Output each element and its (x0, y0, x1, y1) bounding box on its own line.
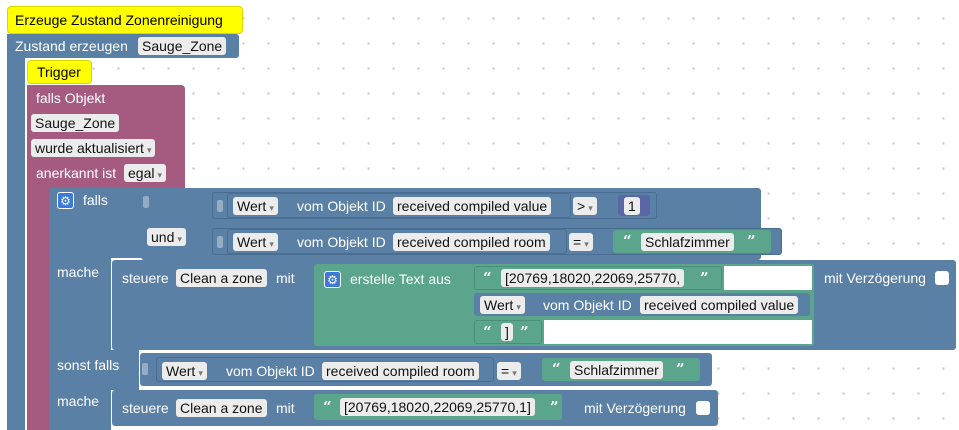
cond3-op-dropdown[interactable]: = ▾ (497, 362, 521, 380)
quote-close-icon: ” (700, 269, 709, 287)
ack-dropdown[interactable]: egal ▾ (124, 164, 166, 182)
control2-label: steuere (122, 400, 169, 416)
compare-1-connector (217, 200, 223, 212)
quote-close-icon: ” (550, 398, 559, 416)
text2-mid: vom Objekt ID (543, 297, 632, 313)
state-name-field[interactable]: Sauge_Zone (138, 37, 227, 55)
control1-delay-label: mit Verzögerung (824, 270, 926, 286)
trigger-block[interactable]: falls Objekt Sauge_Zone wurde aktualisie… (27, 85, 185, 190)
text3-field[interactable]: ] (501, 323, 513, 341)
and-connector (143, 196, 149, 208)
text-slot-3 (544, 320, 812, 344)
compare-block-2[interactable]: Wert ▾ vom Objekt ID received compiled ro… (212, 228, 782, 255)
control-block-2[interactable]: steuere Clean a zone mit “ [20769,18020,… (112, 390, 718, 426)
if-object-label: falls Objekt (36, 90, 106, 106)
trigger-title: Trigger (37, 64, 81, 80)
quote-open-icon: “ (552, 360, 561, 378)
control2-delay-label: mit Verzögerung (584, 400, 686, 416)
ack-label: anerkannt ist (36, 165, 117, 181)
text1-field[interactable]: [20769,18020,22069,25770, (501, 269, 685, 287)
trigger-spine (27, 190, 49, 430)
object-id-field[interactable]: Sauge_Zone (31, 114, 120, 132)
text-slot-1 (724, 266, 812, 290)
quote-open-icon: “ (623, 232, 632, 250)
quote-close-icon: ” (676, 360, 685, 378)
control2-with: mit (276, 400, 295, 416)
control1-label: steuere (122, 270, 169, 286)
cond3-mid: vom Objekt ID (226, 363, 315, 379)
control1-with: mit (276, 270, 295, 286)
control2-target-field[interactable]: Clean a zone (176, 399, 267, 417)
cond3-prop-dropdown[interactable]: Wert ▾ (162, 362, 207, 380)
state-block-spine (7, 58, 25, 430)
comment-title: Erzeuge Zustand Zonenreinigung (15, 12, 223, 28)
quote-open-icon: “ (483, 269, 492, 287)
quote-open-icon: “ (323, 398, 332, 416)
cond2-value-field[interactable]: Schlafzimmer (641, 233, 734, 251)
text2-prop-dropdown[interactable]: Wert ▾ (480, 296, 525, 314)
control2-text-field[interactable]: [20769,18020,22069,25770,1] (340, 398, 535, 416)
create-text-label: erstelle Text aus (350, 271, 451, 287)
do2-label: mache (57, 393, 100, 409)
cond1-object-field[interactable]: received compiled value (393, 197, 552, 215)
cond2-prop-dropdown[interactable]: Wert ▾ (233, 233, 278, 251)
do-label: mache (57, 264, 100, 280)
elseif-label: sonst falls (57, 357, 120, 373)
compare-2-connector (217, 236, 223, 248)
create-state-block[interactable]: Zustand erzeugen Sauge_Zone (7, 34, 239, 58)
gear-icon[interactable]: ⚙ (57, 192, 74, 209)
control1-target-field[interactable]: Clean a zone (176, 269, 267, 287)
create-state-label: Zustand erzeugen (15, 38, 128, 54)
if-label: falls (83, 192, 108, 208)
create-text-block[interactable]: ⚙ erstelle Text aus “ [20769,18020,22069… (314, 264, 814, 346)
compare-3-connector (142, 363, 148, 375)
compare-block-3[interactable]: Wert ▾ vom Objekt ID received compiled ro… (140, 353, 712, 386)
cond1-prop-dropdown[interactable]: Wert ▾ (233, 197, 278, 215)
control1-delay-checkbox[interactable] (935, 271, 949, 285)
if-block-body (49, 228, 141, 258)
quote-open-icon: “ (483, 323, 492, 341)
quote-close-icon: ” (747, 232, 756, 250)
cond1-value-field[interactable]: 1 (624, 197, 640, 215)
cond3-value-field[interactable]: Schlafzimmer (570, 361, 663, 379)
gear-icon[interactable]: ⚙ (324, 271, 341, 288)
trigger-hat[interactable]: Trigger (27, 60, 92, 84)
cond2-mid: vom Objekt ID (297, 234, 386, 250)
cond1-op-dropdown[interactable]: > ▾ (573, 197, 597, 215)
updated-dropdown[interactable]: wurde aktualisiert ▾ (31, 139, 156, 157)
and-dropdown[interactable]: und ▾ (147, 228, 186, 246)
text2-object-field[interactable]: received compiled value (640, 296, 799, 314)
control2-delay-checkbox[interactable] (696, 401, 710, 415)
cond1-mid: vom Objekt ID (297, 198, 386, 214)
cond2-object-field[interactable]: received compiled room (393, 233, 550, 251)
cond2-op-dropdown[interactable]: = ▾ (569, 233, 593, 251)
compare-block-1[interactable]: Wert ▾ vom Objekt ID received compiled va… (212, 192, 657, 219)
comment-block[interactable]: Erzeuge Zustand Zonenreinigung (7, 6, 243, 34)
quote-close-icon: ” (520, 323, 529, 341)
cond3-object-field[interactable]: received compiled room (322, 362, 479, 380)
